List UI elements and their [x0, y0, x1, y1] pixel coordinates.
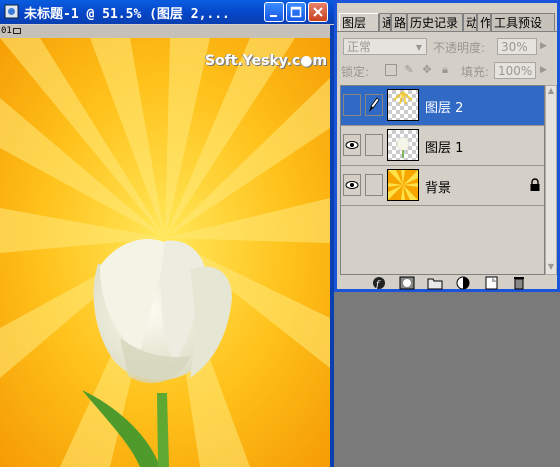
blend-options-row: 正常 ▼ 不透明度: 30% ▶: [337, 36, 557, 58]
fill-label: 填充:: [461, 65, 490, 79]
lock-label: 锁定:: [341, 65, 370, 79]
new-group-icon[interactable]: [427, 276, 443, 290]
tab-channels[interactable]: 通: [379, 13, 391, 31]
tab-history[interactable]: 历史记录: [407, 13, 463, 31]
opacity-field[interactable]: 30%: [497, 38, 537, 55]
scroll-down-icon[interactable]: ▼: [546, 262, 556, 274]
layer-row-layer-1[interactable]: 图层 1: [341, 126, 544, 166]
eye-icon: [345, 141, 359, 149]
opacity-slider-arrow-icon[interactable]: ▶: [540, 41, 547, 51]
chevron-down-icon: ▼: [415, 43, 423, 52]
tab-actions[interactable]: 动: [463, 13, 477, 31]
tab-tool-presets[interactable]: 工具预设: [491, 13, 555, 31]
document-window: 未标题-1 @ 51.5% (图层 2,... 01: [0, 0, 334, 467]
layer-link-toggle[interactable]: [365, 174, 383, 196]
new-layer-icon[interactable]: [483, 276, 499, 290]
document-title-bar[interactable]: 未标题-1 @ 51.5% (图层 2,...: [0, 0, 334, 24]
trash-icon[interactable]: [511, 276, 527, 290]
ruler-origin-label: 01: [1, 26, 12, 36]
adjustment-layer-icon[interactable]: [455, 276, 471, 290]
layer-mask-icon[interactable]: [399, 276, 415, 290]
visibility-toggle[interactable]: [343, 174, 361, 196]
paint-brush-icon: [369, 97, 380, 112]
lock-options-row: 锁定: ✎ ✥ 🔒︎ 填充: 100% ▶: [337, 60, 557, 82]
close-icon: [313, 7, 323, 17]
minimize-button[interactable]: [264, 2, 284, 22]
fill-field[interactable]: 100%: [494, 62, 536, 79]
layers-palette: 图层 通 路 历史记录 动 作 工具预设 正常 ▼ 不透明度: 30% ▶ 锁定…: [334, 0, 560, 292]
layer-row-layer-2[interactable]: 图层 2: [341, 86, 544, 126]
scroll-up-icon[interactable]: ▲: [546, 86, 556, 98]
blend-mode-select[interactable]: 正常 ▼: [343, 38, 427, 55]
layer-thumbnail: [387, 169, 419, 201]
maximize-button[interactable]: [286, 2, 306, 22]
watermark-text: Soft.Yesky.c●m: [205, 53, 328, 69]
tab-actions-b[interactable]: 作: [477, 13, 491, 31]
lock-move-icon[interactable]: ✥: [421, 64, 433, 76]
layer-thumbnail: [387, 89, 419, 121]
visibility-toggle[interactable]: [343, 94, 361, 116]
layer-row-background[interactable]: 背景: [341, 166, 544, 206]
visibility-toggle[interactable]: [343, 134, 361, 156]
layer-list-scrollbar[interactable]: ▲ ▼: [545, 85, 557, 275]
eye-icon: [345, 181, 359, 189]
layer-thumbnail: [387, 129, 419, 161]
layer-list: 图层 2 图层 1 背景: [340, 85, 545, 275]
close-button[interactable]: [308, 2, 328, 22]
document-title: 未标题-1 @ 51.5% (图层 2,...: [24, 7, 230, 22]
layer-name: 背景: [425, 181, 452, 196]
lock-all-icon[interactable]: 🔒︎: [439, 64, 451, 76]
palette-tab-bar: 图层 通 路 历史记录 动 作 工具预设: [337, 11, 557, 32]
layer-name: 图层 2: [425, 101, 464, 116]
minimize-icon: [270, 15, 277, 17]
fill-slider-arrow-icon[interactable]: ▶: [540, 65, 547, 75]
maximize-icon: [290, 6, 302, 18]
lock-icon: [530, 178, 540, 191]
tab-layers[interactable]: 图层: [339, 13, 379, 31]
layer-name: 图层 1: [425, 141, 464, 156]
layer-brush-link-toggle[interactable]: [365, 94, 383, 116]
opacity-label: 不透明度:: [433, 41, 486, 55]
layer-style-icon[interactable]: f: [371, 276, 387, 290]
layers-palette-toolbar: f: [337, 275, 557, 291]
image-canvas[interactable]: [0, 38, 330, 467]
lock-paint-brush-icon[interactable]: ✎: [403, 64, 415, 76]
photoshop-document-icon: [4, 4, 19, 19]
ruler-origin-icon[interactable]: [13, 28, 21, 34]
lock-transparency-icon[interactable]: [385, 64, 397, 76]
blend-mode-value: 正常: [347, 40, 372, 54]
tab-paths[interactable]: 路: [391, 13, 407, 31]
layer-link-toggle[interactable]: [365, 134, 383, 156]
